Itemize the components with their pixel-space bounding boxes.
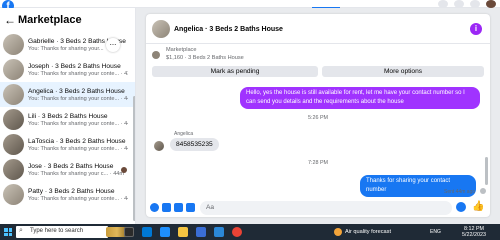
language-indicator[interactable]: ENG: [430, 229, 441, 235]
sender-name: Angelica: [174, 131, 194, 137]
taskbar-search-placeholder: Type here to search: [30, 228, 84, 234]
weather-text[interactable]: Air quality forecast: [345, 229, 391, 235]
top-icons: [438, 0, 496, 8]
chat-title[interactable]: Angelica · 3 Beds 2 Baths House: [174, 26, 283, 33]
chrome-icon[interactable]: [232, 227, 242, 237]
task-view-icon[interactable]: [124, 227, 134, 237]
listing-small-thumbnail: [152, 51, 160, 59]
conversation-snippet: You: Thanks for sharing your conte... · …: [28, 70, 128, 77]
sender-avatar: [154, 141, 164, 151]
composer: Aa 👍: [146, 199, 490, 217]
clock[interactable]: 8:12 PM 5/22/2023: [458, 226, 490, 238]
search-icon: ⌕: [19, 227, 23, 234]
conversation-name: Joseph · 3 Beds 2 Baths House: [28, 62, 121, 70]
conversation-name: Angelica · 3 Beds 2 Baths House: [28, 87, 125, 95]
conversation-item[interactable]: Patty · 3 Beds 2 Baths House You: Thanks…: [0, 182, 135, 207]
listing-label: Marketplace: [166, 47, 197, 53]
conversation-name: Lili · 3 Beds 2 Baths House: [28, 112, 108, 120]
active-tab-indicator: [312, 7, 340, 8]
clock-date: 5/22/2023: [462, 232, 486, 238]
conversation-snippet: You: Thanks for sharing your conte... · …: [28, 145, 128, 152]
conversation-snippet: You: Thanks for sharing your conte... · …: [28, 95, 128, 102]
more-options-button[interactable]: More options: [322, 66, 484, 77]
windows-start-icon[interactable]: [4, 228, 12, 236]
conversation-item[interactable]: Lili · 3 Beds 2 Baths House You: Thanks …: [0, 107, 135, 132]
listing-thumbnail: [3, 134, 24, 155]
more-options-icon[interactable]: ...: [106, 38, 120, 52]
seen-avatar: [121, 167, 127, 173]
listing-thumbnail: [3, 184, 24, 205]
sticker-icon[interactable]: [174, 203, 183, 212]
menu-icon[interactable]: [438, 0, 448, 8]
conversation-item[interactable]: Joseph · 3 Beds 2 Baths House You: Thank…: [0, 57, 135, 82]
message-timestamp: 5:26 PM: [307, 115, 329, 121]
windows-taskbar: ⌕ Type here to search Air quality foreca…: [0, 224, 500, 240]
conversation-snippet: You: Thanks for sharing your conte... · …: [28, 195, 128, 202]
sent-status: Sent 44m ago: [444, 189, 476, 195]
profile-avatar[interactable]: [486, 0, 496, 8]
edge-icon[interactable]: [142, 227, 152, 237]
notifications-icon[interactable]: [470, 0, 480, 8]
message-input-placeholder: Aa: [206, 204, 215, 211]
photo-icon[interactable]: [162, 203, 171, 212]
message-input[interactable]: Aa: [200, 201, 452, 215]
back-arrow-icon[interactable]: ←: [4, 13, 16, 27]
conversation-item[interactable]: LaToscia · 3 Beds 2 Baths House You: Tha…: [0, 132, 135, 157]
top-bar: f: [0, 0, 500, 12]
chat-scrollbar[interactable]: [485, 157, 488, 185]
listing-thumbnail: [3, 109, 24, 130]
conversation-item[interactable]: Gabrielle · 3 Beds 2 Baths House You: Th…: [0, 32, 135, 57]
sidebar-title: Marketplace: [18, 14, 82, 26]
plus-icon[interactable]: [150, 203, 159, 212]
conversation-item[interactable]: Jose · 3 Beds 2 Baths House You: Thanks …: [0, 157, 135, 182]
sidebar-header: ← Marketplace: [0, 8, 135, 32]
conversation-name: LaToscia · 3 Beds 2 Baths House: [28, 137, 126, 145]
listing-price[interactable]: $1,160 · 3 Beds 2 Baths House: [166, 55, 244, 61]
chat-panel: Angelica · 3 Beds 2 Baths House i Market…: [146, 14, 490, 217]
mail-icon[interactable]: [214, 227, 224, 237]
taskbar-search[interactable]: ⌕ Type here to search: [16, 226, 128, 238]
emoji-icon[interactable]: [456, 202, 466, 212]
like-icon[interactable]: 👍: [472, 202, 484, 212]
sidebar-scrollbar[interactable]: [133, 96, 135, 221]
edge-browser-icon[interactable]: [160, 227, 170, 237]
conversation-snippet: You: Thanks for sharing your conte... · …: [28, 120, 128, 127]
mark-as-pending-button[interactable]: Mark as pending: [152, 66, 318, 77]
weather-icon[interactable]: [334, 228, 342, 236]
listing-thumbnail: [3, 84, 24, 105]
message-timestamp: 7:28 PM: [307, 160, 329, 166]
messenger-icon[interactable]: [454, 0, 464, 8]
store-icon[interactable]: [196, 227, 206, 237]
listing-thumbnail: [3, 159, 24, 180]
outgoing-message: Hello, yes the house is still available …: [240, 87, 480, 109]
incoming-message: 8458535235: [170, 138, 219, 151]
conversation-item-active[interactable]: Angelica · 3 Beds 2 Baths House You: Tha…: [0, 82, 135, 107]
chat-header: Angelica · 3 Beds 2 Baths House i: [146, 14, 490, 44]
conversation-name: Jose · 3 Beds 2 Baths House: [28, 162, 114, 170]
info-icon[interactable]: i: [470, 23, 482, 35]
sent-check-icon: [480, 188, 486, 194]
chat-listing-thumbnail[interactable]: [152, 20, 170, 38]
conversation-name: Patty · 3 Beds 2 Baths House: [28, 187, 115, 195]
listing-thumbnail: [3, 34, 24, 55]
marketplace-sidebar: ← Marketplace Gabrielle · 3 Beds 2 Baths…: [0, 8, 136, 224]
gif-icon[interactable]: [186, 203, 195, 212]
listing-summary: Marketplace $1,160 · 3 Beds 2 Baths Hous…: [152, 47, 484, 77]
conversation-snippet: You: Thanks for sharing your c... · 44m: [28, 170, 125, 177]
listing-thumbnail: [3, 59, 24, 80]
file-explorer-icon[interactable]: [178, 227, 188, 237]
